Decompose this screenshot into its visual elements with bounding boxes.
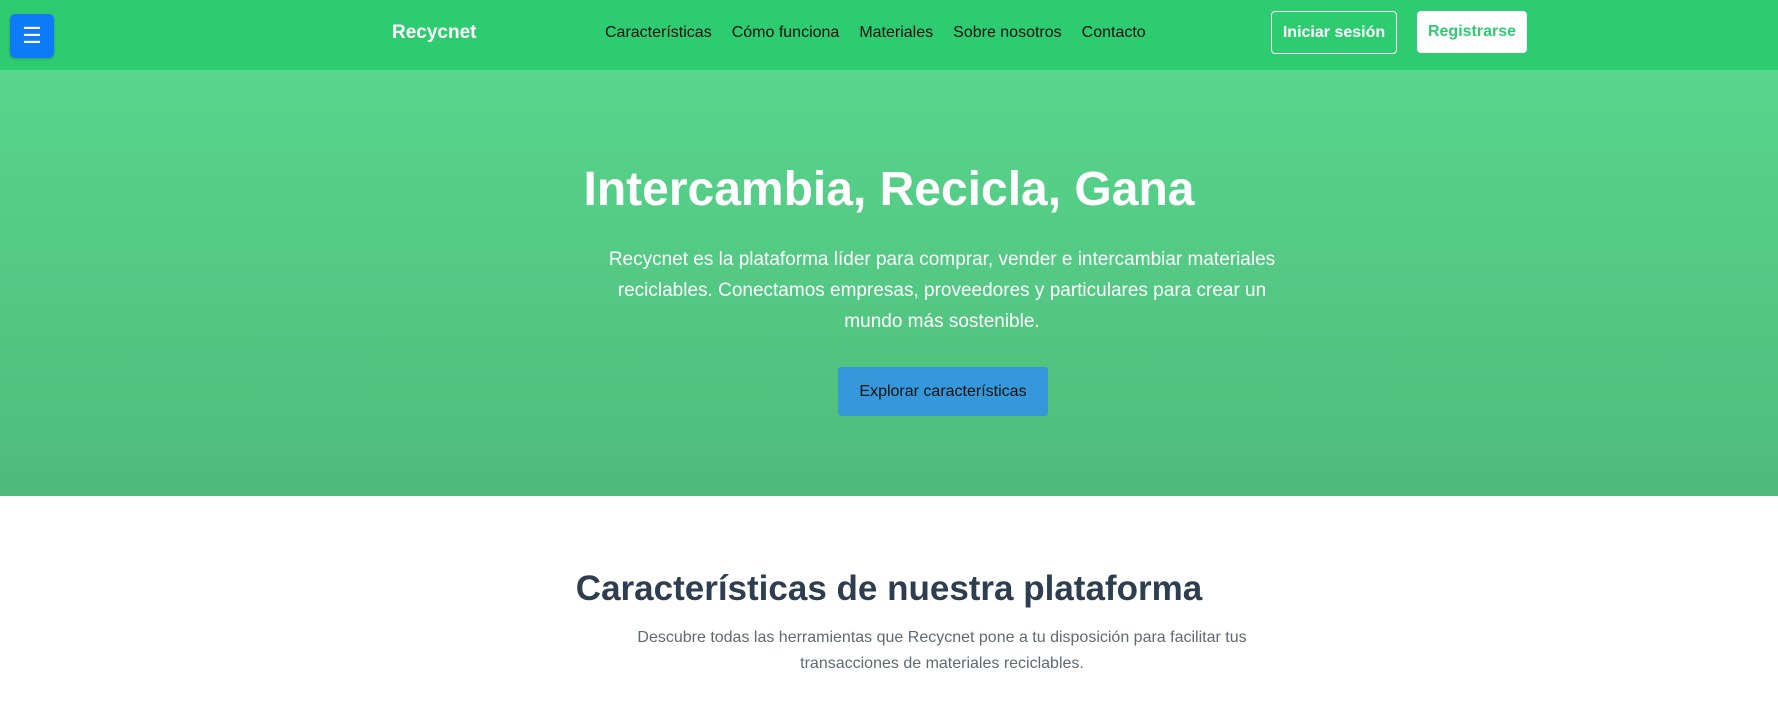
- nav-item-como-funciona: Cómo funciona: [732, 20, 840, 46]
- hero-title: Intercambia, Recicla, Gana: [583, 163, 1195, 216]
- explore-features-button[interactable]: Explorar características: [838, 367, 1048, 416]
- hero-section: Intercambia, Recicla, Gana Recycnet es l…: [0, 70, 1778, 496]
- features-description: Descubre todas las herramientas que Recy…: [637, 629, 1247, 672]
- brand-logo[interactable]: Recycnet: [392, 20, 477, 46]
- hero-description: Recycnet es la plataforma líder para com…: [608, 249, 1276, 332]
- nav-item-contacto: Contacto: [1082, 20, 1146, 46]
- nav-item-sobre-nosotros: Sobre nosotros: [953, 20, 1062, 46]
- hamburger-menu-icon[interactable]: ☰: [10, 14, 54, 58]
- login-button[interactable]: Iniciar sesión: [1271, 11, 1397, 54]
- features-title: Características de nuestra plataforma: [575, 569, 1203, 608]
- nav-item-materiales: Materiales: [859, 20, 933, 46]
- main-nav: Características Cómo funciona Materiales…: [605, 20, 1146, 46]
- nav-link-sobre-nosotros[interactable]: Sobre nosotros: [953, 24, 1062, 41]
- nav-link-materiales[interactable]: Materiales: [859, 24, 933, 41]
- nav-link-como-funciona[interactable]: Cómo funciona: [732, 24, 840, 41]
- nav-link-contacto[interactable]: Contacto: [1082, 24, 1146, 41]
- nav-link-caracteristicas[interactable]: Características: [605, 24, 712, 41]
- nav-item-caracteristicas: Características: [605, 20, 712, 46]
- register-button[interactable]: Registrarse: [1417, 11, 1527, 53]
- top-navbar: ☰ Recycnet Características Cómo funciona…: [0, 0, 1778, 70]
